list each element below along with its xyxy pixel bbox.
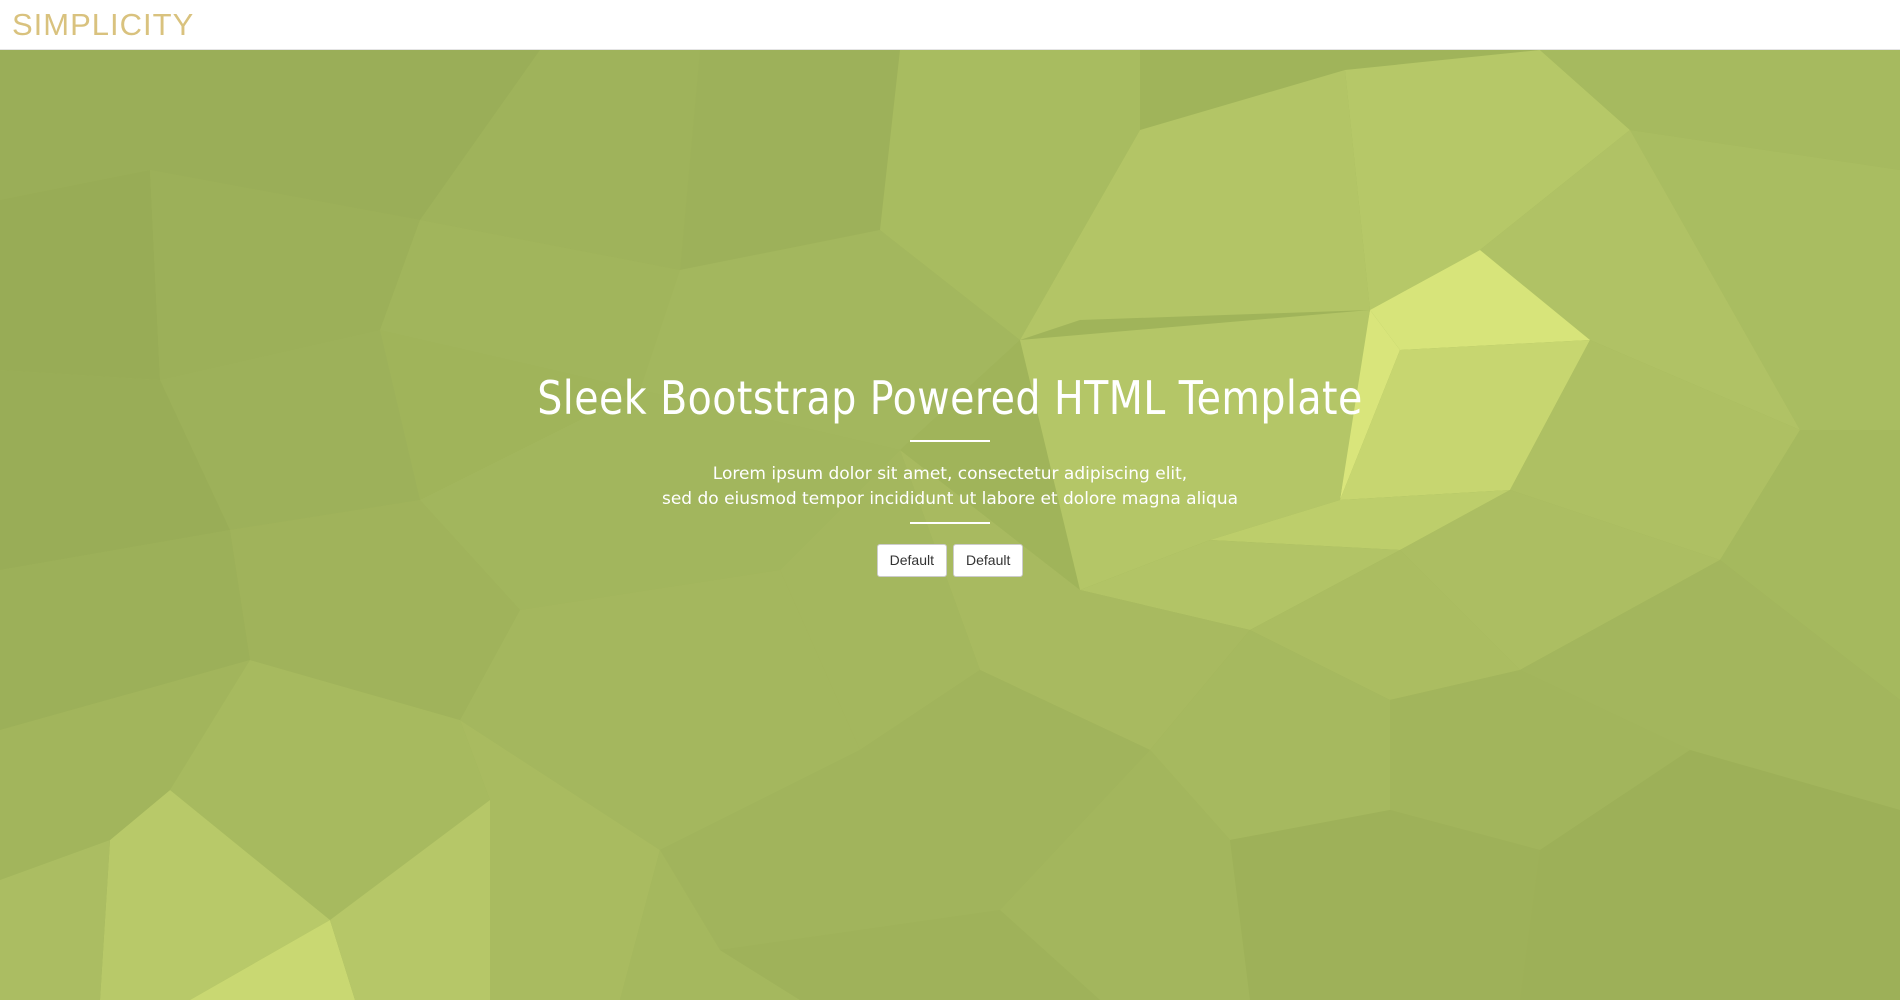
hero-subtitle-line-1: Lorem ipsum dolor sit amet, consectetur … (712, 464, 1188, 484)
hero-content: Sleek Bootstrap Powered HTML Template Lo… (0, 370, 1900, 577)
title-divider (910, 440, 990, 442)
hero-subtitle: Lorem ipsum dolor sit amet, consectetur … (0, 462, 1900, 512)
hero-title: Sleek Bootstrap Powered HTML Template (537, 371, 1363, 425)
hero-button-group: Default Default (0, 544, 1900, 577)
top-navbar: SIMPLICITY (0, 0, 1900, 50)
brand-logo-link[interactable]: SIMPLICITY (12, 9, 194, 41)
default-button-2[interactable]: Default (953, 544, 1024, 577)
default-button-1[interactable]: Default (876, 544, 947, 577)
hero-section: Sleek Bootstrap Powered HTML Template Lo… (0, 50, 1900, 1000)
subtitle-divider (910, 522, 990, 524)
hero-subtitle-line-2: sed do eiusmod tempor incididunt ut labo… (661, 489, 1239, 509)
